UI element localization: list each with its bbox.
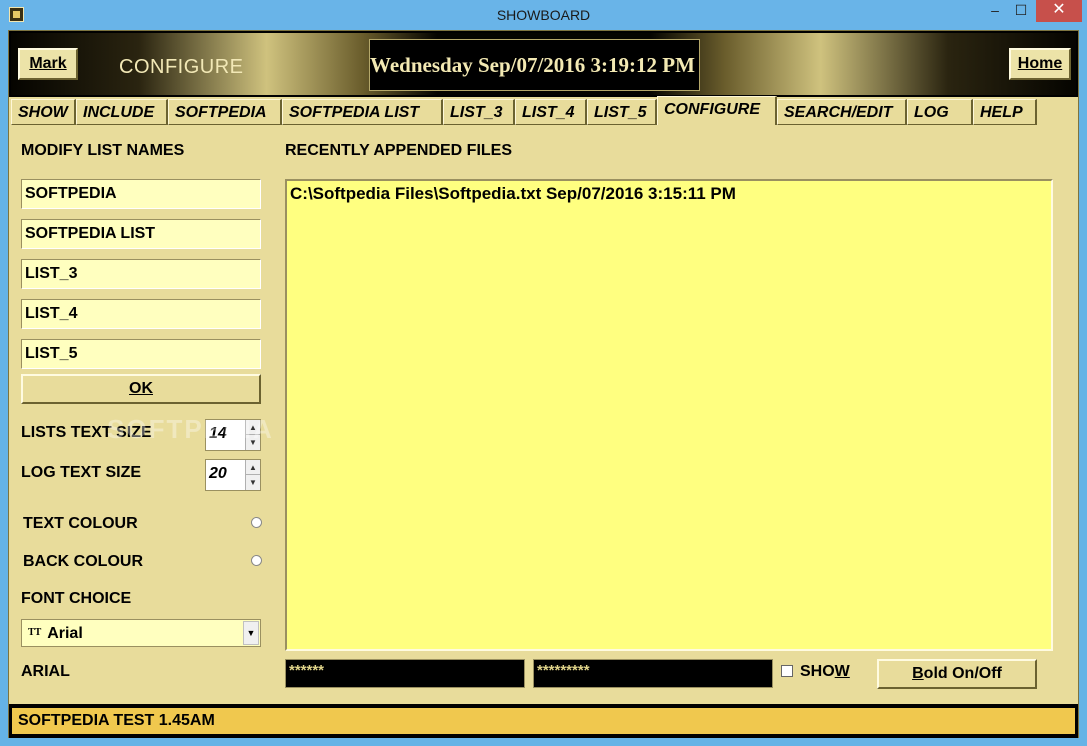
tab-list-4[interactable]: LIST_4	[515, 99, 587, 125]
minimize-button[interactable]: –	[982, 0, 1008, 22]
log-text-size-value: 20	[209, 465, 227, 482]
window-title: SHOWBOARD	[496, 7, 591, 23]
page-title: CONFIGURE	[119, 56, 244, 78]
spinner-buttons: ▲ ▼	[245, 460, 260, 490]
tab-configure[interactable]: CONFIGURE	[657, 96, 777, 125]
list-name-input-5[interactable]: LIST_5	[21, 339, 261, 369]
text-colour-radio[interactable]	[251, 517, 262, 528]
window-title-bar: SHOWBOARD – ☐ ✕	[0, 0, 1087, 30]
show-checkbox[interactable]	[781, 665, 793, 677]
chevron-down-icon[interactable]: ▼	[243, 621, 259, 645]
tab-list-5[interactable]: LIST_5	[587, 99, 657, 125]
show-label[interactable]: SHOW	[800, 663, 850, 681]
spinner-buttons: ▲ ▼	[245, 420, 260, 450]
password-field-1[interactable]: ******	[285, 659, 525, 688]
bold-hotkey: B	[912, 665, 924, 682]
spin-up-icon[interactable]: ▲	[246, 460, 260, 475]
lists-text-size-label: LISTS TEXT SIZE	[21, 424, 152, 441]
log-text-size-spinner[interactable]: 20 ▲ ▼	[205, 459, 261, 491]
clock-display: Wednesday Sep/07/2016 3:19:12 PM	[369, 39, 700, 91]
tab-softpedia[interactable]: SOFTPEDIA	[168, 99, 282, 125]
status-text: SOFTPEDIA TEST 1.45AM	[12, 708, 1075, 734]
status-bar: SOFTPEDIA TEST 1.45AM	[9, 704, 1078, 738]
tab-show[interactable]: SHOW	[11, 99, 76, 125]
list-name-input-3[interactable]: LIST_3	[21, 259, 261, 289]
list-name-input-2[interactable]: SOFTPEDIA LIST	[21, 219, 261, 249]
list-name-input-4[interactable]: LIST_4	[21, 299, 261, 329]
tab-include[interactable]: INCLUDE	[76, 99, 168, 125]
header-banner: Mark CONFIGURE Wednesday Sep/07/2016 3:1…	[9, 31, 1078, 97]
tab-softpedia-list[interactable]: SOFTPEDIA LIST	[282, 99, 443, 125]
font-choice-value: Arial	[47, 625, 83, 642]
mark-button[interactable]: Mark	[18, 48, 78, 80]
spin-down-icon[interactable]: ▼	[246, 475, 260, 490]
show-label-hotkey: W	[834, 663, 850, 680]
password-field-2[interactable]: *********	[533, 659, 773, 688]
modify-list-names-label: MODIFY LIST NAMES	[21, 142, 185, 159]
back-colour-label: BACK COLOUR	[23, 553, 143, 570]
spin-down-icon[interactable]: ▼	[246, 435, 260, 450]
client-area: Mark CONFIGURE Wednesday Sep/07/2016 3:1…	[8, 30, 1079, 738]
log-text-size-label: LOG TEXT SIZE	[21, 464, 142, 481]
list-item[interactable]: C:\Softpedia Files\Softpedia.txt Sep/07/…	[290, 184, 1051, 204]
spin-up-icon[interactable]: ▲	[246, 420, 260, 435]
list-name-input-1[interactable]: SOFTPEDIA	[21, 179, 261, 209]
tab-log[interactable]: LOG	[907, 99, 973, 125]
tab-help[interactable]: HELP	[973, 99, 1037, 125]
font-choice-label: FONT CHOICE	[21, 590, 132, 607]
show-label-text: SHO	[800, 663, 835, 680]
truetype-icon: TT	[28, 627, 42, 638]
tab-list-3[interactable]: LIST_3	[443, 99, 515, 125]
font-name-display: ARIAL	[21, 663, 70, 680]
lists-text-size-value: 14	[209, 425, 227, 442]
font-choice-select[interactable]: TT Arial ▼	[21, 619, 261, 647]
recently-appended-label: RECENTLY APPENDED FILES	[285, 142, 513, 159]
ok-button[interactable]: OK	[21, 374, 261, 404]
text-colour-label: TEXT COLOUR	[23, 515, 138, 532]
bold-label-text: old On/Off	[923, 665, 1002, 682]
maximize-button[interactable]: ☐	[1008, 0, 1034, 22]
tab-search-edit[interactable]: SEARCH/EDIT	[777, 99, 907, 125]
home-button[interactable]: Home	[1009, 48, 1071, 80]
lists-text-size-spinner[interactable]: 14 ▲ ▼	[205, 419, 261, 451]
bold-toggle-button[interactable]: Bold On/Off	[877, 659, 1037, 689]
back-colour-radio[interactable]	[251, 555, 262, 566]
close-button[interactable]: ✕	[1036, 0, 1082, 22]
recent-files-list[interactable]: C:\Softpedia Files\Softpedia.txt Sep/07/…	[285, 179, 1053, 651]
